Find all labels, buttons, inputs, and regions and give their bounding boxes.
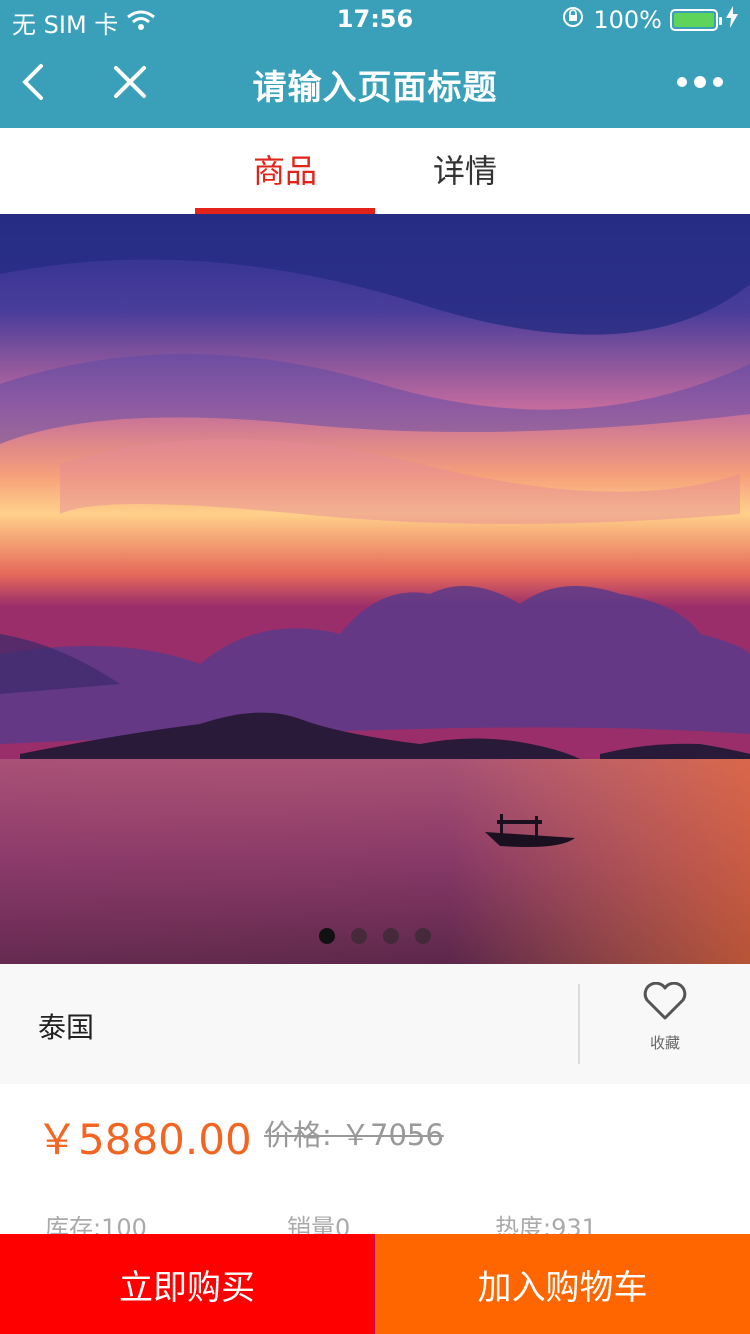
heart-icon bbox=[641, 981, 689, 1026]
add-to-cart-button[interactable]: 加入购物车 bbox=[375, 1234, 750, 1334]
tab-product[interactable]: 商品 bbox=[195, 128, 375, 214]
page-title: 请输入页面标题 bbox=[252, 68, 498, 108]
product-image-carousel[interactable] bbox=[0, 214, 750, 964]
sunset-sea-image bbox=[0, 214, 750, 964]
rotation-lock-icon bbox=[561, 5, 585, 35]
status-bar: 无 SIM 卡 17:56 100% bbox=[0, 0, 750, 40]
current-price: ￥5880.00 bbox=[36, 1115, 252, 1164]
buy-now-button[interactable]: 立即购买 bbox=[0, 1234, 375, 1334]
product-name: 泰国 bbox=[38, 1011, 95, 1044]
carousel-dot[interactable] bbox=[351, 928, 367, 944]
more-button[interactable] bbox=[670, 62, 730, 106]
battery-icon bbox=[670, 9, 722, 31]
charging-icon bbox=[726, 6, 738, 34]
stats-row: 库存:100 销量0 热度:931 bbox=[0, 1194, 750, 1242]
tab-details[interactable]: 详情 bbox=[375, 128, 555, 214]
status-right: 100% bbox=[561, 5, 738, 35]
carousel-indicator bbox=[0, 928, 750, 944]
favorite-label: 收藏 bbox=[649, 1034, 680, 1052]
nav-bar: 请输入页面标题 bbox=[0, 40, 750, 128]
carousel-dot[interactable] bbox=[415, 928, 431, 944]
bottom-action-bar: 立即购买 加入购物车 bbox=[0, 1234, 750, 1334]
tab-bar: 商品 详情 bbox=[0, 128, 750, 214]
more-icon bbox=[676, 74, 724, 94]
carousel-dot[interactable] bbox=[319, 928, 335, 944]
battery-percent: 100% bbox=[593, 6, 662, 34]
favorite-button[interactable]: 收藏 bbox=[580, 981, 750, 1053]
original-price: 价格: ￥7056 bbox=[264, 1118, 444, 1152]
product-title-row: 泰国 收藏 bbox=[0, 964, 750, 1084]
carousel-dot[interactable] bbox=[383, 928, 399, 944]
price-row: ￥5880.00 价格: ￥7056 bbox=[0, 1084, 750, 1194]
